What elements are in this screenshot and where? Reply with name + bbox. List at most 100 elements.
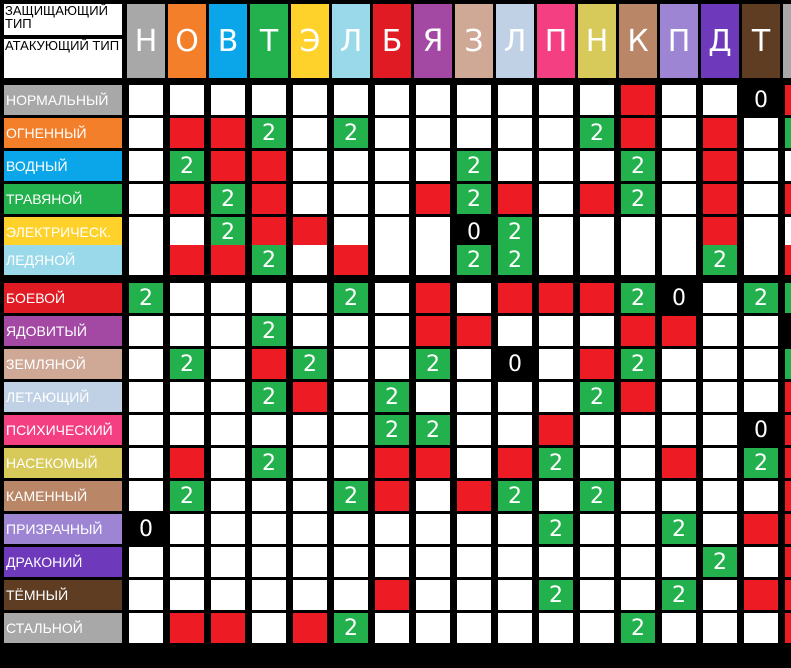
effectiveness-cell	[621, 245, 655, 275]
effectiveness-cell	[129, 415, 163, 445]
effectiveness-cell	[334, 415, 368, 445]
effectiveness-cell	[375, 481, 409, 511]
effectiveness-cell	[621, 481, 655, 511]
effectiveness-cell	[293, 580, 327, 610]
effectiveness-cell	[744, 151, 778, 181]
effectiveness-cell	[457, 448, 491, 478]
effectiveness-cell	[785, 514, 791, 544]
effectiveness-cell: 2	[170, 349, 204, 379]
effectiveness-cell	[621, 217, 655, 247]
effectiveness-cell: 2	[498, 481, 532, 511]
effectiveness-cell	[539, 613, 573, 643]
effectiveness-cell: 2	[457, 184, 491, 214]
effectiveness-cell	[703, 448, 737, 478]
effectiveness-cell	[744, 580, 778, 610]
effectiveness-cell	[539, 382, 573, 412]
effectiveness-cell: 2	[580, 481, 614, 511]
effectiveness-cell: 2	[293, 349, 327, 379]
effectiveness-cell	[744, 217, 778, 247]
effectiveness-cell	[580, 349, 614, 379]
effectiveness-cell: 2	[621, 613, 655, 643]
effectiveness-cell	[211, 245, 245, 275]
effectiveness-cell	[211, 514, 245, 544]
effectiveness-cell	[621, 316, 655, 346]
effectiveness-cell: 2	[621, 349, 655, 379]
effectiveness-cell	[744, 514, 778, 544]
effectiveness-cell	[293, 151, 327, 181]
effectiveness-cell	[170, 415, 204, 445]
effectiveness-cell	[457, 514, 491, 544]
effectiveness-cell	[375, 85, 409, 115]
effectiveness-cell	[170, 382, 204, 412]
effectiveness-cell	[211, 283, 245, 313]
effectiveness-cell	[703, 316, 737, 346]
effectiveness-cell	[375, 547, 409, 577]
effectiveness-cell: 2	[334, 283, 368, 313]
effectiveness-cell	[580, 547, 614, 577]
type-chart: ЗАЩИЩАЮЩИЙ ТИП АТАКУЮЩИЙ ТИП НОВТЭЛБЯЗЛП…	[0, 0, 791, 668]
effectiveness-cell	[580, 217, 614, 247]
effectiveness-cell	[170, 316, 204, 346]
column-header: С	[783, 4, 791, 78]
effectiveness-cell: 2	[457, 151, 491, 181]
effectiveness-cell	[334, 448, 368, 478]
effectiveness-cell	[129, 448, 163, 478]
effectiveness-cell	[457, 547, 491, 577]
effectiveness-cell	[457, 580, 491, 610]
effectiveness-cell: 2	[334, 481, 368, 511]
defending-type-label: ЗАЩИЩАЮЩИЙ ТИП	[4, 4, 122, 35]
effectiveness-cell: 2	[539, 514, 573, 544]
effectiveness-cell	[785, 382, 791, 412]
effectiveness-cell	[498, 85, 532, 115]
effectiveness-cell: 2	[662, 514, 696, 544]
effectiveness-cell	[662, 448, 696, 478]
effectiveness-cell	[703, 580, 737, 610]
effectiveness-cell: 0	[744, 415, 778, 445]
effectiveness-cell	[703, 118, 737, 148]
effectiveness-cell	[580, 85, 614, 115]
effectiveness-cell: 2	[252, 316, 286, 346]
effectiveness-cell	[334, 316, 368, 346]
effectiveness-cell	[621, 382, 655, 412]
effectiveness-cell	[334, 217, 368, 247]
row-header: КАМЕННЫЙ	[4, 481, 122, 511]
effectiveness-cell	[293, 217, 327, 247]
effectiveness-cell	[457, 316, 491, 346]
effectiveness-cell	[498, 448, 532, 478]
effectiveness-cell	[334, 547, 368, 577]
effectiveness-cell	[539, 316, 573, 346]
effectiveness-cell	[170, 118, 204, 148]
effectiveness-cell	[744, 613, 778, 643]
effectiveness-cell	[703, 151, 737, 181]
effectiveness-cell	[375, 283, 409, 313]
effectiveness-cell: 2	[334, 613, 368, 643]
effectiveness-cell	[252, 613, 286, 643]
effectiveness-cell: 2	[416, 415, 450, 445]
column-header: К	[619, 4, 657, 78]
effectiveness-cell	[785, 580, 791, 610]
effectiveness-cell	[211, 415, 245, 445]
effectiveness-cell	[580, 316, 614, 346]
effectiveness-cell	[539, 118, 573, 148]
effectiveness-cell	[211, 316, 245, 346]
effectiveness-cell	[785, 184, 791, 214]
effectiveness-cell	[293, 184, 327, 214]
effectiveness-cell	[170, 245, 204, 275]
effectiveness-cell	[375, 514, 409, 544]
effectiveness-cell	[334, 382, 368, 412]
effectiveness-cell: 2	[170, 151, 204, 181]
effectiveness-cell	[662, 151, 696, 181]
effectiveness-cell	[662, 245, 696, 275]
effectiveness-cell	[129, 547, 163, 577]
effectiveness-cell: 2	[785, 283, 791, 313]
effectiveness-cell	[662, 316, 696, 346]
column-header: Я	[414, 4, 452, 78]
effectiveness-cell	[416, 184, 450, 214]
effectiveness-cell	[662, 118, 696, 148]
effectiveness-cell	[662, 349, 696, 379]
effectiveness-cell	[785, 217, 791, 247]
effectiveness-cell	[539, 85, 573, 115]
effectiveness-cell	[252, 217, 286, 247]
effectiveness-cell	[580, 613, 614, 643]
effectiveness-cell	[416, 481, 450, 511]
